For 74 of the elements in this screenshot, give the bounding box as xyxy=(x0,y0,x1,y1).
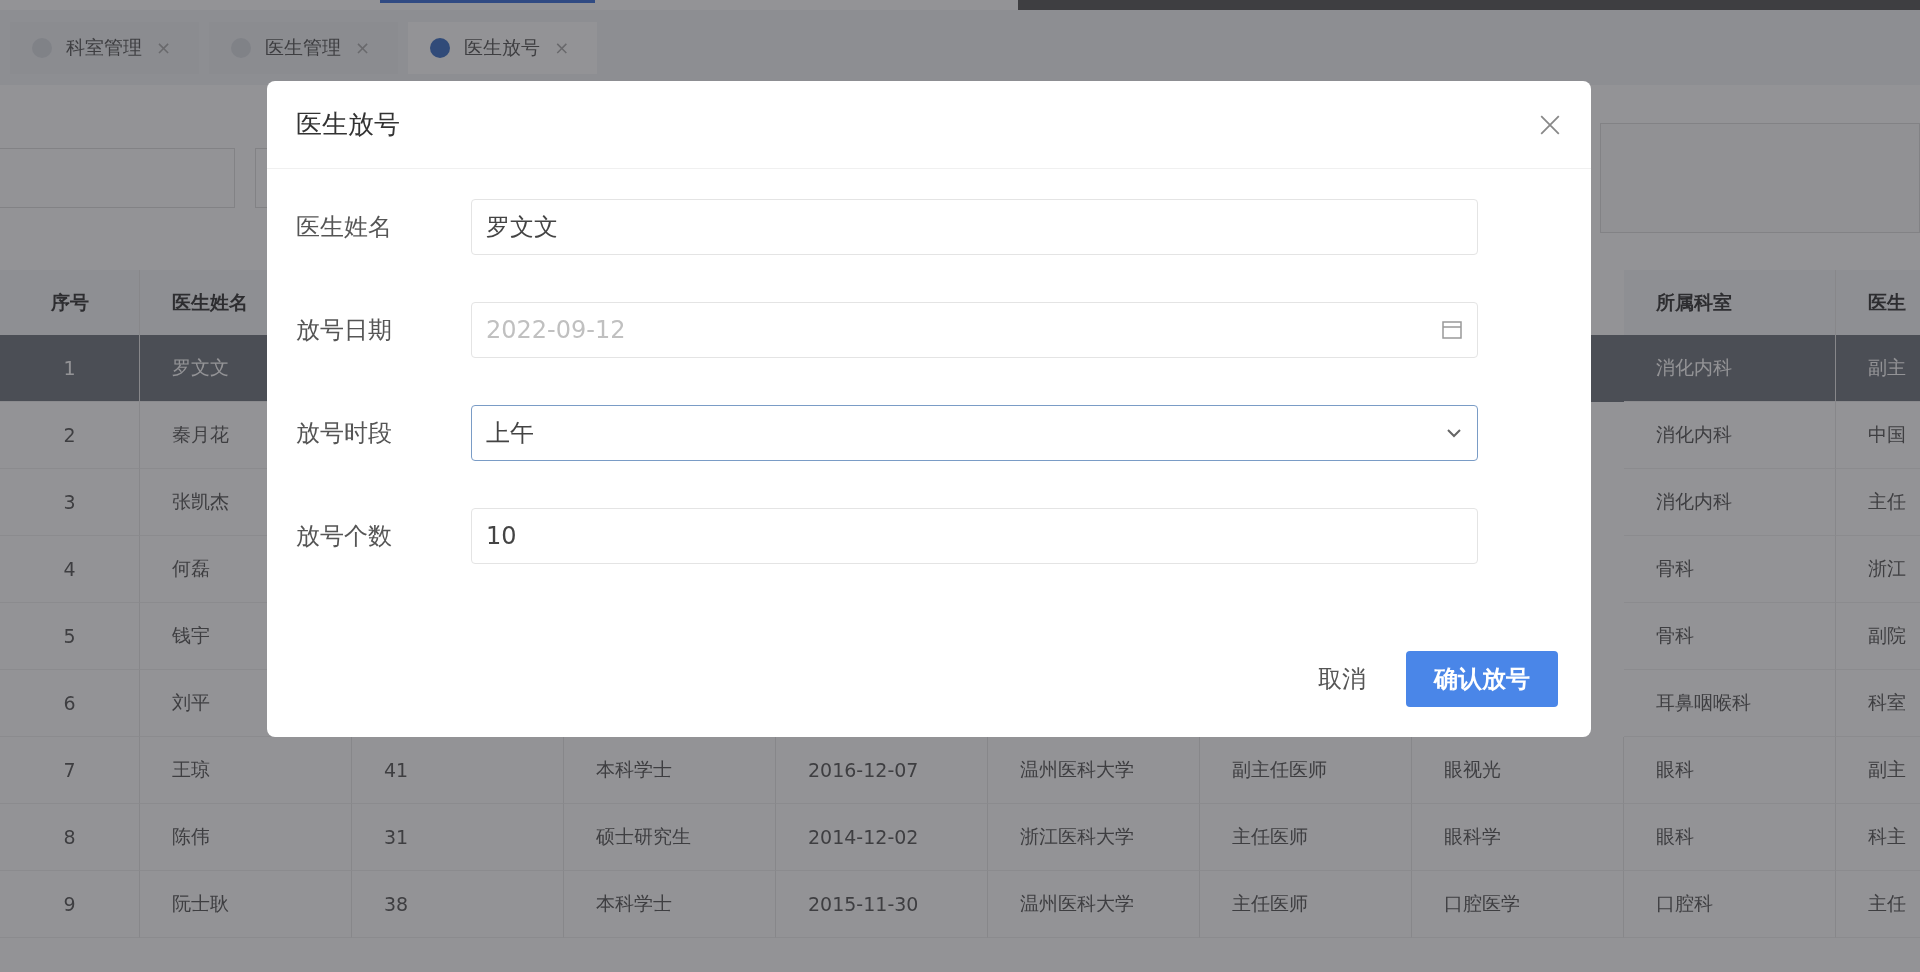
table-cell-text: 中国 xyxy=(1868,422,1906,447)
table-cell-text: 眼视光 xyxy=(1444,757,1501,782)
table-cell-text: 副主任医师 xyxy=(1232,757,1327,782)
table-cell-text: 副主 xyxy=(1868,355,1906,380)
table-cell: 3 xyxy=(63,491,76,513)
table-cell-text: 王琼 xyxy=(172,757,210,782)
table-cell-text: 科室 xyxy=(1868,690,1906,715)
table-cell-text: 口腔科 xyxy=(1656,891,1713,916)
table-cell: 2014-12-02 xyxy=(808,826,919,848)
table-cell-text: 眼科学 xyxy=(1444,824,1501,849)
table-cell: 2016-12-07 xyxy=(808,759,919,781)
table-cell-text: 张凯杰 xyxy=(172,489,229,514)
table-cell-text: 骨科 xyxy=(1656,623,1694,648)
table-cell-text: 消化内科 xyxy=(1656,422,1732,447)
table-cell-text: 眼科 xyxy=(1656,824,1694,849)
confirm-button[interactable]: 确认放号 xyxy=(1406,651,1558,707)
table-cell-text: 主任医师 xyxy=(1232,824,1308,849)
input-field[interactable]: 罗文文 xyxy=(471,199,1478,255)
table-cell-text: 温州医科大学 xyxy=(1020,757,1134,782)
table-cell: 8 xyxy=(63,826,76,848)
table-cell-text: 科主 xyxy=(1868,824,1906,849)
calendar-icon xyxy=(1441,319,1463,341)
table-cell: 9 xyxy=(63,893,76,915)
table-row[interactable]: 9 阮士耿 38 本科学士 2015-11-30 温州医科大学 主任医师 口腔医学 口腔科 主任 xyxy=(0,871,1920,938)
column-header: 医生 xyxy=(1867,289,1907,315)
tab[interactable]: 医生放号 × xyxy=(408,21,598,74)
select-field[interactable]: 上午 xyxy=(471,405,1478,461)
table-cell: 38 xyxy=(384,893,409,915)
table-cell-text: 副院 xyxy=(1868,623,1906,648)
table-cell-text: 主任 xyxy=(1868,489,1906,514)
table-cell-text: 本科学士 xyxy=(596,757,672,782)
table-cell-text: 消化内科 xyxy=(1656,489,1732,514)
dialog-title: 医生放号 xyxy=(296,108,400,141)
table-cell-text: 骨科 xyxy=(1656,556,1694,581)
table-cell-text: 本科学士 xyxy=(596,891,672,916)
table-cell: 2 xyxy=(63,424,76,446)
table-cell-text: 眼科 xyxy=(1656,757,1694,782)
table-cell-text: 耳鼻咽喉科 xyxy=(1656,690,1751,715)
column-header: 所属科室 xyxy=(1655,289,1733,315)
table-row[interactable]: 8 陈伟 31 硕士研究生 2014-12-02 浙江医科大学 主任医师 眼科学 眼科 科主 xyxy=(0,804,1920,871)
table-cell-text: 钱宇 xyxy=(172,623,210,648)
field-label: 放号个数 xyxy=(296,521,393,552)
table-cell: 4 xyxy=(63,558,76,580)
table-cell-text: 浙江 xyxy=(1868,556,1906,581)
table-cell: 41 xyxy=(384,759,409,781)
table-cell: 6 xyxy=(63,692,76,714)
table-cell-text: 温州医科大学 xyxy=(1020,891,1134,916)
field-label: 放号日期 xyxy=(296,315,393,346)
input-field[interactable]: 10 xyxy=(471,508,1478,564)
field-label: 医生姓名 xyxy=(296,212,393,243)
column-header: 医生姓名 xyxy=(171,289,249,315)
table-cell-text: 浙江医科大学 xyxy=(1020,824,1134,849)
table-cell: 1 xyxy=(63,357,76,379)
table-cell: 2015-11-30 xyxy=(808,893,919,915)
table-cell: 31 xyxy=(384,826,409,848)
close-icon[interactable] xyxy=(1539,113,1561,136)
column-header: 序号 xyxy=(49,289,90,315)
chevron-down-icon[interactable] xyxy=(1445,427,1463,439)
table-cell-text: 副主 xyxy=(1868,757,1906,782)
table-cell-text: 罗文文 xyxy=(172,355,229,380)
table-cell-text: 主任 xyxy=(1868,891,1906,916)
table-cell-text: 消化内科 xyxy=(1656,355,1732,380)
table-cell-text: 秦月花 xyxy=(172,422,229,447)
table-cell-text: 口腔医学 xyxy=(1444,891,1520,916)
table-cell-text: 阮士耿 xyxy=(172,891,229,916)
table-cell-text: 主任医师 xyxy=(1232,891,1308,916)
table-cell-text: 陈伟 xyxy=(172,824,210,849)
table-cell: 7 xyxy=(63,759,76,781)
table-cell: 5 xyxy=(63,625,76,647)
field-label: 放号时段 xyxy=(296,418,393,449)
table-cell-text: 刘平 xyxy=(172,690,210,715)
date-field[interactable]: 2022-09-12 xyxy=(471,302,1478,358)
table-cell-text: 何磊 xyxy=(172,556,210,581)
table-cell-text: 硕士研究生 xyxy=(596,824,691,849)
